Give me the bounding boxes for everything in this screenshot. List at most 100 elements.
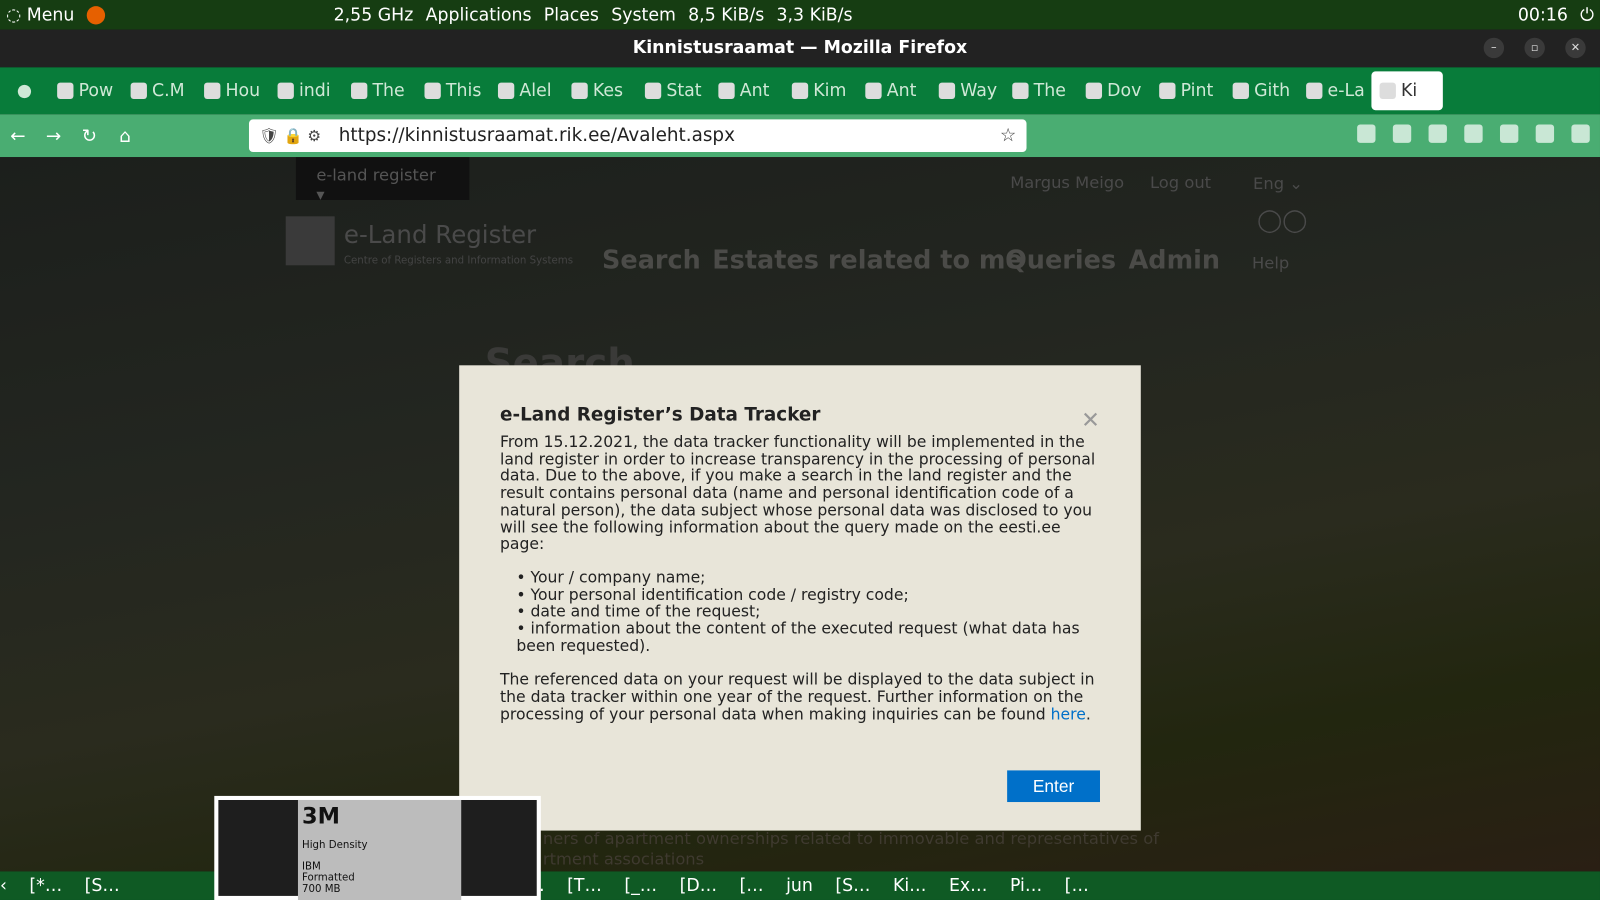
glasses-icon[interactable]: ◯◯ (1257, 208, 1307, 234)
tab-label: The (1033, 80, 1066, 102)
maximize-button[interactable]: ▫ (1524, 37, 1545, 59)
tab-label: Kim (813, 80, 847, 102)
places-menu[interactable]: Places (544, 5, 599, 25)
forward-button[interactable]: → (36, 125, 72, 146)
taskbar-item[interactable]: [*… (29, 876, 62, 896)
logo-mark (285, 216, 335, 266)
applications-menu[interactable]: Applications (426, 5, 532, 25)
url-bar[interactable]: 🛡 🔒 ⚙ https://kinnistusraamat.rik.ee/Aval… (248, 119, 1027, 153)
tab-label: indi (298, 80, 331, 102)
language-select[interactable]: Eng ⌄ (1253, 173, 1303, 192)
favicon-icon (644, 82, 662, 99)
extension-icon[interactable] (1535, 124, 1555, 143)
browser-tab[interactable]: Hou (196, 81, 269, 101)
browser-tab[interactable]: The (343, 81, 416, 101)
firefox-icon[interactable] (86, 5, 106, 24)
taskbar-item[interactable]: Ki… (893, 876, 927, 896)
tab-label: C.M (152, 80, 185, 102)
taskbar-item[interactable]: [S… (835, 876, 870, 896)
window-titlebar: Kinnistusraamat — Mozilla Firefox – ▫ ✕ (0, 29, 1600, 68)
clock[interactable]: 00:16 (1518, 5, 1568, 25)
extension-icon[interactable] (1428, 124, 1447, 143)
favicon-icon (1159, 82, 1176, 99)
dialog-intro: From 15.12.2021, the data tracker functi… (499, 432, 1096, 554)
browser-tab[interactable]: C.M (122, 81, 195, 101)
firefox-view-icon[interactable]: ● (0, 81, 49, 101)
taskbar-item[interactable]: [S… (85, 876, 120, 896)
browser-tab[interactable]: Pow (49, 81, 122, 101)
taskbar-item[interactable]: [D… (680, 876, 717, 896)
browser-tab[interactable]: Alel (490, 81, 563, 101)
browser-tab[interactable]: Dov (1078, 81, 1151, 101)
footer-text-2: rtment associations (542, 848, 705, 869)
nav-toolbar: ← → ↻ ⌂ 🛡 🔒 ⚙ https://kinnistusraamat.rik… (0, 114, 1600, 158)
minimize-button[interactable]: – (1483, 37, 1505, 59)
system-menu[interactable]: System (611, 5, 676, 25)
close-window-button[interactable]: ✕ (1565, 37, 1586, 59)
taskbar-item[interactable]: jun (786, 876, 813, 896)
browser-tab[interactable]: Ant (857, 81, 930, 101)
extension-icon[interactable] (1464, 124, 1483, 143)
favicon-icon (1379, 82, 1396, 99)
browser-tab[interactable]: Ant (710, 81, 783, 101)
browser-tab[interactable]: Stat (637, 81, 710, 101)
tab-label: This (445, 80, 482, 102)
logo-text[interactable]: e-Land Register (344, 220, 536, 249)
favicon-icon (204, 82, 221, 99)
info-list: Your / company name; Your personal ident… (516, 569, 1100, 654)
browser-tab[interactable]: Pint (1151, 81, 1224, 101)
taskbar-item[interactable]: [_… (624, 876, 657, 896)
back-button[interactable]: ← (0, 125, 36, 146)
browser-tab[interactable]: Way (931, 81, 1004, 101)
tab-label: Ant (886, 80, 917, 102)
menu-icon[interactable] (1571, 124, 1590, 143)
close-icon[interactable]: ✕ (1081, 408, 1100, 434)
tab-label: Ant (739, 80, 770, 102)
list-item: Your personal identification code / regi… (516, 586, 1100, 603)
favicon-icon (351, 82, 368, 99)
nav-search[interactable]: Search (602, 245, 701, 275)
nav-admin[interactable]: Admin (1129, 245, 1221, 275)
favicon-icon (865, 82, 882, 99)
browser-tab[interactable]: e-La (1298, 81, 1371, 101)
extension-icon[interactable] (1499, 124, 1519, 143)
nav-queries[interactable]: Queries (1005, 245, 1116, 275)
register-selector[interactable]: e-land register ▾ (295, 157, 470, 204)
enter-button[interactable]: Enter (1007, 770, 1100, 803)
taskbar-item[interactable]: [T… (567, 876, 602, 896)
favicon-icon (1232, 82, 1249, 99)
taskbar-item[interactable]: Pi… (1010, 876, 1042, 896)
taskbar-scroll-left[interactable]: ‹ (0, 876, 7, 896)
browser-tab[interactable]: Kes (563, 81, 636, 101)
taskbar-item[interactable]: Ex… (949, 876, 988, 896)
menu-button[interactable]: ◌ Menu (6, 5, 74, 25)
browser-tab[interactable]: The (1004, 81, 1077, 101)
nav-estates[interactable]: Estates related to me (712, 245, 1023, 275)
logout-link[interactable]: Log out (1150, 172, 1211, 191)
dialog-title: e-Land Register’s Data Tracker (499, 404, 821, 426)
pocket-icon[interactable] (1357, 124, 1376, 143)
favicon-icon (571, 82, 588, 99)
browser-tab[interactable]: Kim (784, 81, 857, 101)
system-top-panel: ◌ Menu 2,55 GHz Applications Places Syst… (0, 0, 1600, 30)
bookmark-star-icon[interactable]: ☆ (1000, 119, 1016, 152)
url-text[interactable]: https://kinnistusraamat.rik.ee/Avaleht.a… (339, 124, 735, 145)
favicon-icon (1012, 82, 1029, 99)
taskbar-item[interactable]: [… (740, 876, 764, 896)
floppy-disk-image: 3M High Density IBM Formatted 700 MB (214, 795, 541, 900)
browser-tab[interactable]: indi (269, 81, 342, 101)
tab-label: Gith (1254, 80, 1291, 102)
list-item: date and time of the request; (516, 603, 1100, 620)
here-link[interactable]: here (1051, 705, 1086, 723)
download-icon[interactable] (1392, 124, 1412, 143)
reload-button[interactable]: ↻ (71, 125, 107, 146)
power-icon[interactable]: ⏻ (1580, 5, 1594, 25)
help-link[interactable]: Help (1252, 253, 1289, 272)
user-name[interactable]: Margus Meigo (1010, 172, 1124, 191)
browser-tab[interactable]: This (416, 81, 489, 101)
home-button[interactable]: ⌂ (107, 125, 143, 146)
browser-tab[interactable]: Ki (1371, 71, 1443, 111)
taskbar-item[interactable]: [… (1065, 876, 1089, 896)
browser-tab[interactable]: Gith (1224, 81, 1297, 101)
favicon-icon (424, 82, 441, 99)
